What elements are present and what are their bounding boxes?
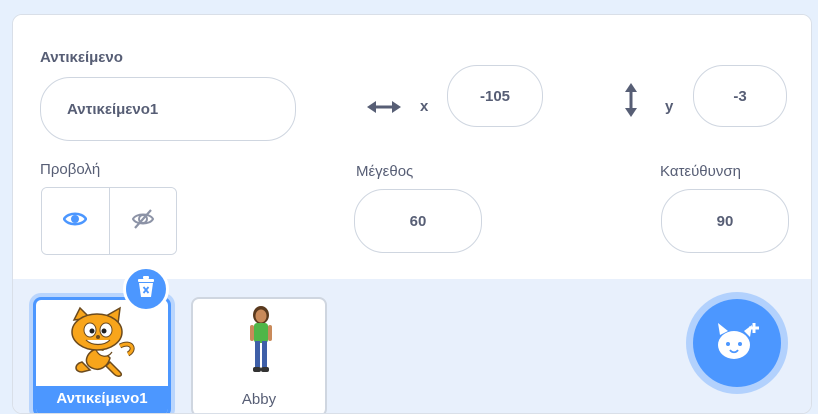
sprite-name-input[interactable]: Αντικείμενο1 xyxy=(40,77,296,141)
x-position-input[interactable]: -105 xyxy=(447,65,543,127)
size-input[interactable]: 60 xyxy=(354,189,482,253)
show-sprite-button[interactable] xyxy=(42,188,110,254)
delete-sprite-button[interactable] xyxy=(123,266,169,312)
sprite-panel: Αντικείμενο Αντικείμενο1 x -105 y -3 Προ… xyxy=(12,14,812,414)
sprite-card-abby[interactable]: Abby xyxy=(191,297,327,413)
y-position-input[interactable]: -3 xyxy=(693,65,787,127)
visibility-toggle xyxy=(41,187,177,255)
y-label: y xyxy=(665,98,674,115)
x-label: x xyxy=(420,98,429,115)
show-label: Προβολή xyxy=(40,161,101,178)
vertical-arrows-icon xyxy=(621,83,641,117)
eye-icon xyxy=(62,210,88,233)
sprite-info-pane: Αντικείμενο Αντικείμενο1 x -105 y -3 Προ… xyxy=(13,15,811,280)
cat-plus-icon xyxy=(714,321,760,366)
horizontal-arrows-icon xyxy=(367,95,401,119)
direction-label: Κατεύθυνση xyxy=(660,163,741,180)
trash-icon xyxy=(136,275,156,303)
choose-sprite-button[interactable] xyxy=(693,299,781,387)
hide-sprite-button[interactable] xyxy=(109,188,176,254)
size-label: Μέγεθος xyxy=(356,163,414,180)
abby-sprite-thumbnail xyxy=(247,305,275,380)
sprite-name-label: Αντικείμενο xyxy=(40,49,123,66)
sprite-card-selected[interactable]: Αντικείμενο1 xyxy=(33,297,171,413)
eye-slash-icon xyxy=(131,208,155,235)
cat-sprite-thumbnail xyxy=(62,306,146,387)
direction-input[interactable]: 90 xyxy=(661,189,789,253)
